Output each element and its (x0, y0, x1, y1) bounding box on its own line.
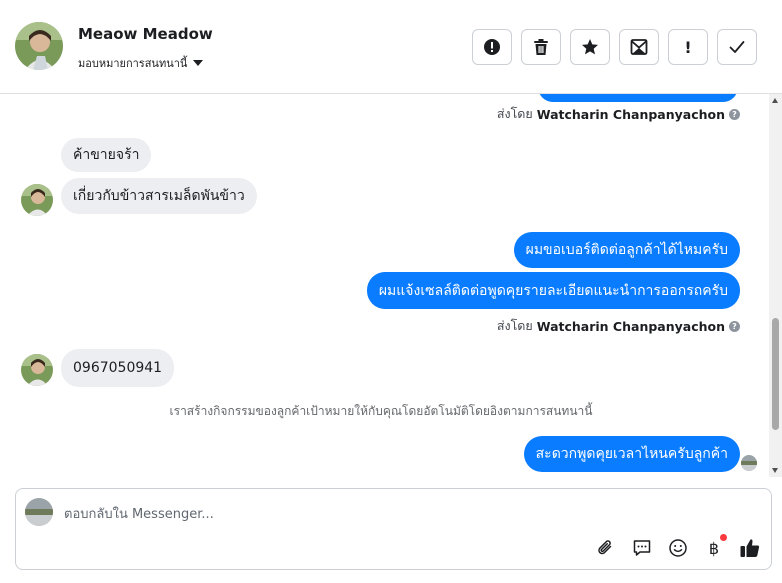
mark-done-button[interactable] (717, 29, 757, 65)
trash-icon (534, 39, 548, 55)
sent-by-label: ส่งโดย Watcharin Chanpanyachon ? (497, 104, 740, 124)
scrollbar-thumb[interactable] (772, 318, 779, 430)
assign-conversation-dropdown[interactable]: มอบหมายการสนทนานี้ (78, 54, 204, 72)
mark-unread-button[interactable] (619, 29, 659, 65)
seen-avatar (741, 455, 757, 471)
page-avatar (25, 498, 53, 526)
like-button[interactable] (739, 537, 761, 559)
message-text: ผมแจ้งเซลล์ติดต่อพูดคุยรายละเอียดแนะนำกา… (378, 282, 728, 299)
contact-name: Meaow Meadow (78, 25, 213, 43)
inbox-conversation: Meaow Meadow มอบหมายการสนทนานี้ ! ส่งโดย… (0, 0, 782, 583)
paperclip-icon (598, 540, 612, 555)
report-button[interactable] (472, 29, 512, 65)
baht-icon: ฿ (708, 538, 720, 558)
emoji-button[interactable] (667, 537, 689, 559)
caret-down-icon (193, 60, 204, 66)
contact-avatar-small (21, 354, 53, 386)
important-button[interactable]: ! (668, 29, 708, 65)
payment-button[interactable]: ฿ (703, 534, 727, 559)
assign-label: มอบหมายการสนทนานี้ (78, 57, 188, 70)
message-text: 0967050941 (73, 360, 163, 376)
agent-name[interactable]: Watcharin Chanpanyachon (537, 107, 725, 122)
message-bubble-in: เกี่ยวกับข้าวสารเมล็ดพันข้าว (61, 178, 257, 214)
scroll-down-arrow[interactable] (772, 468, 778, 473)
checkmark-icon (729, 41, 745, 53)
info-icon[interactable]: ? (729, 108, 740, 120)
star-icon (582, 39, 598, 55)
thread-scrollbar[interactable] (769, 94, 782, 477)
conversation-header: Meaow Meadow มอบหมายการสนทนานี้ ! (0, 0, 782, 94)
sent-by-prefix: ส่งโดย (496, 106, 533, 121)
saved-reply-icon (633, 540, 651, 556)
scroll-up-arrow[interactable] (772, 98, 778, 103)
message-text: ค้าขายจร้า (73, 147, 140, 163)
saved-replies-button[interactable] (631, 537, 653, 559)
composer-tools: ฿ (595, 534, 761, 559)
mark-unread-icon (630, 39, 648, 55)
notification-dot (720, 534, 727, 541)
sent-by-label: ส่งโดย Watcharin Chanpanyachon ? (497, 316, 740, 336)
contact-avatar-small (21, 184, 53, 216)
reply-input[interactable] (64, 504, 744, 524)
message-thread: ส่งโดย Watcharin Chanpanyachon ? ค้าขายจ… (0, 94, 782, 477)
message-bubble-out: สะดวกพูดคุยเวลาไหนครับลูกค้า (523, 436, 740, 472)
important-icon: ! (684, 37, 692, 57)
report-icon (484, 39, 500, 55)
system-note: เราสร้างกิจกรรมของลูกค้าเป้าหมายให้กับคุ… (169, 404, 593, 418)
message-bubble-in: ค้าขายจร้า (61, 138, 152, 172)
emoji-icon (669, 539, 687, 557)
message-text: เกี่ยวกับข้าวสารเมล็ดพันข้าว (73, 188, 245, 204)
message-bubble-out: ผมขอเบอร์ติดต่อลูกค้าได้ไหมครับ (513, 232, 740, 268)
reply-composer: ฿ (15, 488, 772, 570)
star-button[interactable] (570, 29, 610, 65)
message-text: ผมขอเบอร์ติดต่อลูกค้าได้ไหมครับ (525, 242, 728, 258)
thumbs-up-icon (740, 539, 760, 557)
message-bubble-out-partial (538, 94, 738, 102)
contact-avatar[interactable] (15, 22, 63, 70)
attach-button[interactable] (595, 537, 617, 559)
message-bubble-out: ผมแจ้งเซลล์ติดต่อพูดคุยรายละเอียดแนะนำกา… (366, 272, 740, 309)
delete-button[interactable] (521, 29, 561, 65)
conversation-actions: ! (472, 29, 757, 65)
message-text: สะดวกพูดคุยเวลาไหนครับลูกค้า (535, 446, 728, 462)
agent-name[interactable]: Watcharin Chanpanyachon (537, 319, 725, 334)
sent-by-prefix: ส่งโดย (496, 318, 533, 333)
info-icon[interactable]: ? (729, 320, 740, 332)
message-bubble-in: 0967050941 (61, 349, 175, 387)
